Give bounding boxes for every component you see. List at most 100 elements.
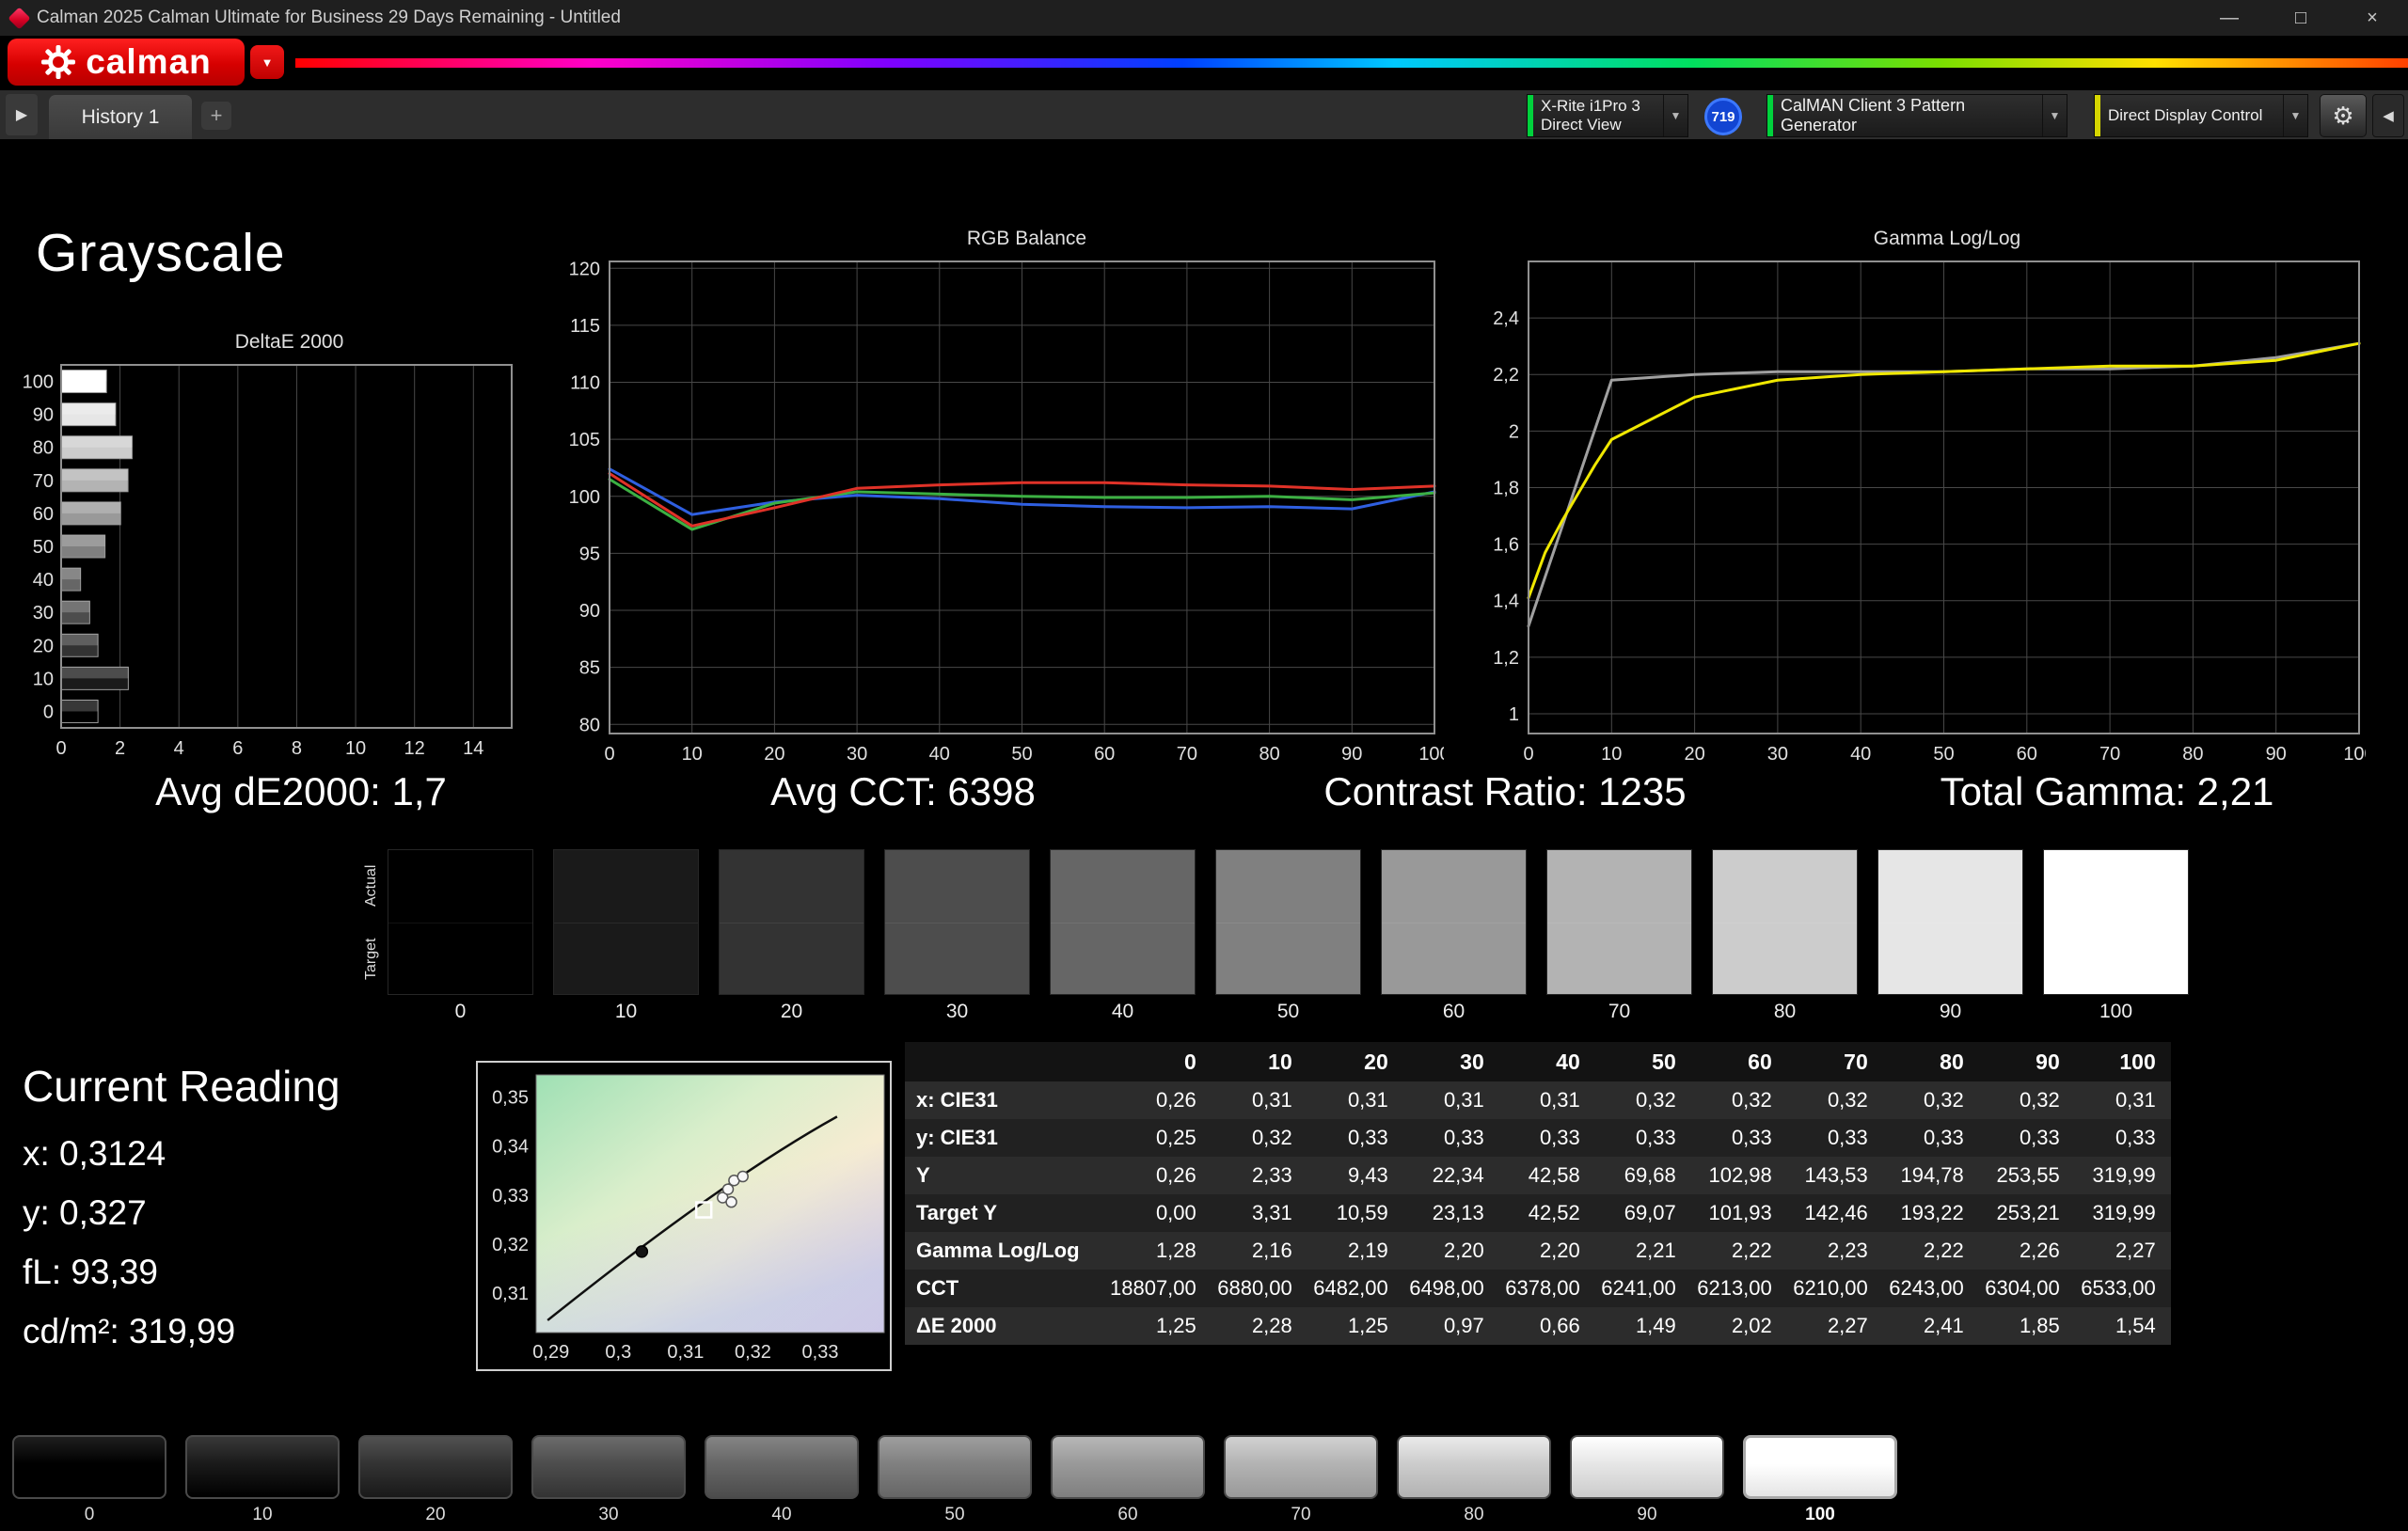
svg-text:50: 50 — [1933, 744, 1954, 765]
rainbow-gradient-strip — [295, 58, 2408, 68]
svg-text:60: 60 — [33, 504, 54, 525]
svg-text:1,2: 1,2 — [1493, 648, 1519, 669]
window-title: Calman 2025 Calman Ultimate for Business… — [37, 8, 621, 28]
swatch-level-label: 20 — [719, 1001, 864, 1023]
pattern-level-button-100[interactable] — [1743, 1435, 1897, 1499]
pattern-generator-label: CalMAN Client 3 Pattern Generator — [1767, 96, 2042, 135]
close-button[interactable]: × — [2337, 0, 2408, 36]
table-cell: 0,33 — [1499, 1119, 1595, 1157]
svg-text:0,31: 0,31 — [492, 1284, 529, 1304]
pattern-level-button-0[interactable] — [12, 1435, 166, 1499]
table-cell: 2,28 — [1212, 1307, 1307, 1345]
minimize-button[interactable]: — — [2194, 0, 2265, 36]
pattern-level: 100 — [1743, 1435, 1897, 1525]
calman-menu-button[interactable]: ▼ — [250, 45, 284, 79]
table-cell: 2,20 — [1403, 1232, 1499, 1270]
calman-logo: calman — [8, 39, 245, 86]
bottom-bar: 0102030405060708090100 ▲ ■ ▶ ⊡ ∞ ↻ « Bac… — [0, 1429, 2408, 1531]
table-cell: 0,32 — [1883, 1081, 1979, 1119]
grayscale-swatch: 60 — [1381, 849, 1527, 1023]
table-column-header: 50 — [1595, 1042, 1691, 1081]
tab-label: History 1 — [82, 106, 160, 129]
pattern-level-button-30[interactable] — [531, 1435, 686, 1499]
display-control-dropdown[interactable]: Direct Display Control ▼ — [2094, 94, 2308, 137]
add-tab-button[interactable]: + — [201, 102, 231, 130]
table-row: Target Y0,003,3110,5923,1342,5269,07101,… — [905, 1194, 2171, 1232]
table-cell: 2,27 — [2075, 1232, 2171, 1270]
pattern-level-button-80[interactable] — [1397, 1435, 1551, 1499]
svg-text:30: 30 — [33, 603, 54, 623]
pattern-level: 70 — [1224, 1435, 1378, 1525]
svg-text:1: 1 — [1509, 704, 1519, 725]
table-row-label: x: CIE31 — [905, 1081, 1110, 1119]
svg-text:90: 90 — [33, 405, 54, 426]
panel-expand-button[interactable]: ▶ — [6, 94, 38, 135]
svg-text:95: 95 — [579, 544, 600, 564]
summary-row: Avg dE2000: 1,7 Avg CCT: 6398 Contrast R… — [0, 769, 2408, 829]
table-column-header: 10 — [1212, 1042, 1307, 1081]
pattern-level-button-60[interactable] — [1051, 1435, 1205, 1499]
deltae-chart-plot: 024681012141009080706050403020100 — [19, 359, 517, 764]
pattern-generator-dropdown[interactable]: CalMAN Client 3 Pattern Generator ▼ — [1766, 94, 2067, 137]
svg-text:90: 90 — [579, 601, 600, 622]
pattern-level: 60 — [1051, 1435, 1205, 1525]
contrast-ratio-stat: Contrast Ratio: 1235 — [1204, 769, 1806, 829]
pattern-level-button-90[interactable] — [1570, 1435, 1724, 1499]
tab-history-1[interactable]: History 1 — [49, 95, 192, 139]
table-cell: 0,31 — [1403, 1081, 1499, 1119]
swatch-patch — [553, 849, 699, 995]
pattern-level-label: 0 — [12, 1505, 166, 1525]
svg-text:8: 8 — [292, 738, 302, 759]
panel-collapse-button[interactable]: ◀ — [2372, 94, 2404, 137]
actual-axis-label: Actual — [359, 849, 384, 923]
table-cell: 2,22 — [1691, 1232, 1787, 1270]
table-cell: 0,33 — [1979, 1119, 2075, 1157]
table-cell: 42,58 — [1499, 1157, 1595, 1194]
pattern-level-button-70[interactable] — [1224, 1435, 1378, 1499]
app-window: Calman 2025 Calman Ultimate for Business… — [0, 0, 2408, 1531]
pattern-level-label: 20 — [358, 1505, 513, 1525]
table-cell: 193,22 — [1883, 1194, 1979, 1232]
table-cell: 0,32 — [1979, 1081, 2075, 1119]
svg-text:30: 30 — [1767, 744, 1788, 765]
pattern-level-label: 60 — [1051, 1505, 1205, 1525]
svg-text:10: 10 — [1601, 744, 1622, 765]
table-column-header: 20 — [1307, 1042, 1403, 1081]
meter-dropdown[interactable]: X-Rite i1Pro 3 Direct View ▼ — [1527, 94, 1688, 137]
pattern-level-button-20[interactable] — [358, 1435, 513, 1499]
reading-y: y: 0,327 — [23, 1193, 147, 1233]
svg-text:60: 60 — [2017, 744, 2037, 765]
pattern-level-button-50[interactable] — [878, 1435, 1032, 1499]
maximize-button[interactable]: □ — [2265, 0, 2337, 36]
pattern-level-label: 80 — [1397, 1505, 1551, 1525]
table-row: Gamma Log/Log1,282,162,192,202,202,212,2… — [905, 1232, 2171, 1270]
svg-text:70: 70 — [1177, 744, 1197, 765]
pattern-level: 80 — [1397, 1435, 1551, 1525]
grayscale-swatch-row: 0102030405060708090100 — [388, 849, 2189, 1023]
svg-text:0: 0 — [55, 738, 66, 759]
pattern-level: 30 — [531, 1435, 686, 1525]
svg-text:80: 80 — [33, 438, 54, 459]
swatch-patch — [1050, 849, 1196, 995]
table-cell: 18807,00 — [1110, 1270, 1212, 1307]
svg-text:30: 30 — [847, 744, 867, 765]
svg-text:10: 10 — [682, 744, 703, 765]
svg-text:4: 4 — [174, 738, 184, 759]
pattern-level: 90 — [1570, 1435, 1724, 1525]
svg-text:10: 10 — [33, 669, 54, 689]
svg-text:100: 100 — [2343, 744, 2366, 765]
table-cell: 194,78 — [1883, 1157, 1979, 1194]
pattern-level-button-10[interactable] — [185, 1435, 340, 1499]
table-cell: 0,33 — [2075, 1119, 2171, 1157]
svg-text:115: 115 — [570, 316, 600, 337]
swatch-patch — [1877, 849, 2023, 995]
table-row-label: y: CIE31 — [905, 1119, 1110, 1157]
settings-button[interactable]: ⚙ — [2320, 94, 2367, 137]
pattern-level-button-40[interactable] — [705, 1435, 859, 1499]
rgb-chart-title: RGB Balance — [527, 228, 1444, 256]
table-cell: 6304,00 — [1979, 1270, 2075, 1307]
svg-text:110: 110 — [570, 373, 600, 394]
table-cell: 1,28 — [1110, 1232, 1212, 1270]
table-cell: 0,33 — [1403, 1119, 1499, 1157]
svg-text:60: 60 — [1094, 744, 1115, 765]
